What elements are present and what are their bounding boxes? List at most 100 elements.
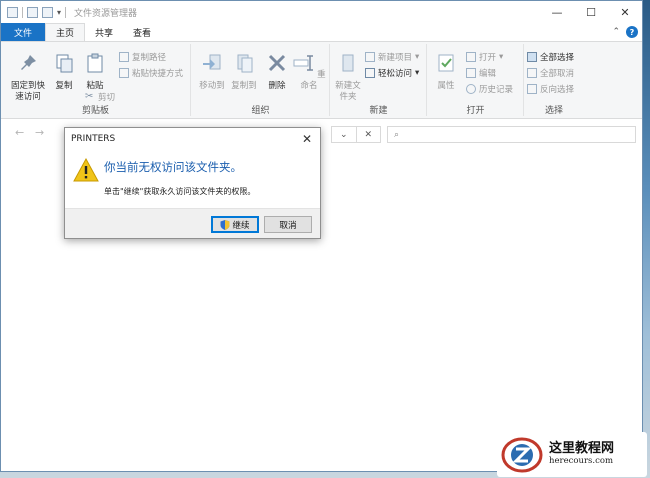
properties-button[interactable]: 属性 <box>432 52 460 92</box>
history-button[interactable]: 历史记录 <box>466 83 513 95</box>
select-group: 全部选择 全部取消 反向选择 选择 <box>525 44 583 116</box>
search-input[interactable]: ⌕ <box>387 126 636 143</box>
paste-shortcut-button[interactable]: 粘贴快捷方式 <box>119 67 183 79</box>
move-to-icon <box>203 54 221 70</box>
continue-button[interactable]: 继续 <box>211 216 259 233</box>
watermark: 这里教程网 herecours.com <box>497 432 647 477</box>
properties-icon[interactable] <box>27 6 38 18</box>
tab-share[interactable]: 共享 <box>85 23 123 41</box>
divider <box>65 6 67 18</box>
watermark-url: herecours.com <box>549 456 614 467</box>
open-group: 属性 打开 ▾ 编辑 历史记录 打开 <box>428 44 524 116</box>
select-none-button[interactable]: 全部取消 <box>527 67 574 79</box>
chevron-down-icon: ▾ <box>499 52 504 62</box>
chevron-down-icon[interactable]: ▾ <box>57 8 61 17</box>
new-folder-button[interactable]: 新建文件夹 <box>333 52 363 103</box>
paste-icon <box>87 53 103 73</box>
pin-icon <box>21 55 36 70</box>
copy-path-label: 复制路径 <box>132 53 167 63</box>
warning-icon <box>73 158 99 182</box>
window-title: 文件资源管理器 <box>74 8 138 19</box>
dialog-message: 你当前无权访问该文件夹。 <box>104 160 242 174</box>
pin-quick-access-button[interactable]: 固定到快速访问 <box>7 52 49 103</box>
invert-selection-icon <box>527 84 537 94</box>
shield-icon <box>220 219 230 230</box>
delete-label: 删除 <box>268 81 286 91</box>
new-item-label: 新建项目 <box>378 53 413 63</box>
access-denied-dialog: PRINTERS ✕ 你当前无权访问该文件夹。 单击"继续"获取永久访问该文件夹… <box>64 127 321 239</box>
history-icon <box>466 84 476 94</box>
edit-icon <box>466 68 476 78</box>
select-all-icon <box>527 52 537 62</box>
continue-label: 继续 <box>232 220 250 231</box>
copy-button[interactable]: 复制 <box>51 52 77 92</box>
divider <box>22 6 23 18</box>
rename-button[interactable]: 重命名 <box>292 52 326 92</box>
copy-to-button[interactable]: 复制到 <box>228 52 260 92</box>
copy-path-button[interactable]: 复制路径 <box>119 51 166 63</box>
easy-access-icon <box>365 68 375 78</box>
window-controls: — ☐ ✕ <box>540 1 642 23</box>
dialog-footer: 继续 取消 <box>65 208 320 238</box>
paste-shortcut-icon <box>119 68 129 78</box>
address-bar-controls: ⌄ ✕ <box>331 126 381 143</box>
new-item-icon <box>365 52 375 62</box>
tab-view[interactable]: 查看 <box>123 23 161 41</box>
copy-to-label: 复制到 <box>231 81 257 91</box>
maximize-button[interactable]: ☐ <box>574 1 608 23</box>
tab-home[interactable]: 主页 <box>45 23 86 41</box>
open-icon <box>466 52 476 62</box>
back-arrow-icon[interactable]: ← <box>15 126 24 139</box>
new-folder-label: 新建文件夹 <box>335 81 361 102</box>
easy-access-button[interactable]: 轻松访问 ▾ <box>365 67 419 79</box>
cut-label: 剪切 <box>98 93 116 103</box>
move-to-label: 移动到 <box>199 81 225 91</box>
chevron-down-icon[interactable]: ⌄ <box>332 127 356 142</box>
select-all-button[interactable]: 全部选择 <box>527 51 574 63</box>
select-none-icon <box>527 68 537 78</box>
clear-address-icon[interactable]: ✕ <box>355 127 381 142</box>
minimize-button[interactable]: — <box>540 1 574 23</box>
copy-to-icon <box>237 54 253 73</box>
dialog-close-button[interactable]: ✕ <box>294 128 320 150</box>
quick-access-toolbar: ▾ <box>1 6 67 18</box>
organize-group: 移动到 复制到 删除 重命名 组织 <box>192 44 330 116</box>
rename-icon <box>293 55 314 71</box>
forward-arrow-icon[interactable]: → <box>35 126 44 139</box>
properties-label: 属性 <box>437 81 455 91</box>
help-icon[interactable]: ? <box>626 26 638 38</box>
select-all-label: 全部选择 <box>540 53 575 63</box>
pin-label: 固定到快速访问 <box>10 81 45 102</box>
new-folder-icon[interactable] <box>42 6 53 18</box>
dialog-title-bar: PRINTERS ✕ <box>65 128 320 150</box>
invert-selection-button[interactable]: 反向选择 <box>527 83 574 95</box>
organize-group-label: 组织 <box>251 106 270 116</box>
invert-selection-label: 反向选择 <box>540 85 575 95</box>
new-item-button[interactable]: 新建项目 ▾ <box>365 51 419 63</box>
clipboard-group-label: 剪贴板 <box>81 106 109 116</box>
move-to-button[interactable]: 移动到 <box>196 52 228 92</box>
clipboard-group: 固定到快速访问 复制 粘贴 复制路径 粘贴快捷方式 ✂ 剪切 剪贴板 <box>1 44 191 116</box>
copy-label: 复制 <box>55 81 73 91</box>
history-label: 历史记录 <box>479 85 514 95</box>
copy-path-icon <box>119 52 129 62</box>
open-button[interactable]: 打开 ▾ <box>466 51 503 63</box>
title-bar: ▾ 文件资源管理器 — ☐ ✕ <box>1 1 642 23</box>
close-button[interactable]: ✕ <box>608 1 642 23</box>
ribbon: 固定到快速访问 复制 粘贴 复制路径 粘贴快捷方式 ✂ 剪切 剪贴板 移动到 复… <box>1 41 642 119</box>
dialog-title: PRINTERS <box>71 134 116 144</box>
cut-button[interactable]: ✂ 剪切 <box>85 91 116 104</box>
new-group-label: 新建 <box>369 106 388 116</box>
properties-icon <box>438 54 454 72</box>
folder-icon[interactable] <box>7 6 18 18</box>
paste-button[interactable]: 粘贴 <box>81 52 109 92</box>
tab-file[interactable]: 文件 <box>1 23 45 41</box>
chevron-up-icon[interactable]: ⌃ <box>612 27 620 37</box>
edit-button[interactable]: 编辑 <box>466 67 496 79</box>
open-group-label: 打开 <box>466 106 485 116</box>
search-icon: ⌕ <box>394 129 400 140</box>
ribbon-tabs: 文件 主页 共享 查看 ⌃ ? <box>1 23 642 41</box>
new-folder-icon <box>342 54 354 72</box>
delete-button[interactable]: 删除 <box>264 52 290 92</box>
cancel-button[interactable]: 取消 <box>264 216 312 233</box>
